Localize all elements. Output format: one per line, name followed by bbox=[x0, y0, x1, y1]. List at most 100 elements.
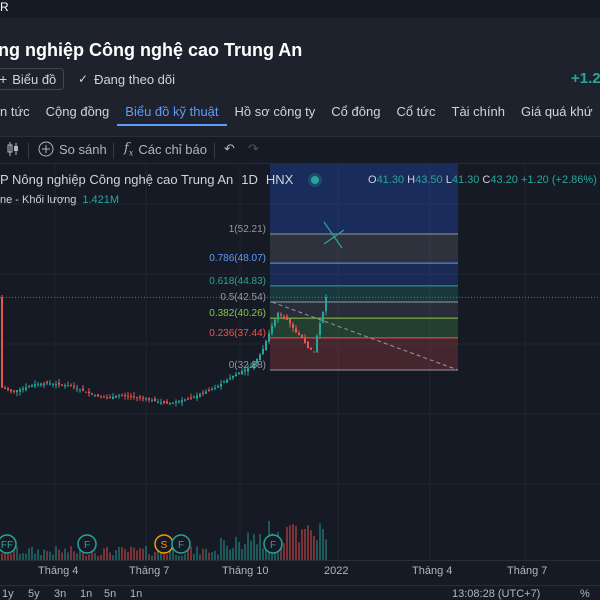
candle-body bbox=[37, 383, 39, 385]
candle-body bbox=[217, 386, 219, 388]
x-tick-label: Tháng 4 bbox=[38, 565, 79, 577]
volume-bar bbox=[205, 548, 207, 560]
candle-body bbox=[286, 316, 288, 320]
volume-bar bbox=[220, 537, 222, 560]
candle-body bbox=[175, 401, 177, 403]
fib-label: 0.618(44.83) bbox=[209, 276, 266, 287]
volume-bar bbox=[292, 524, 294, 560]
x-tick-label: Tháng 10 bbox=[222, 565, 269, 577]
candle-body bbox=[46, 381, 48, 384]
tab-price-history[interactable]: Giá quá khứ bbox=[513, 100, 600, 126]
volume-bar bbox=[109, 552, 111, 560]
fib-band bbox=[270, 234, 458, 264]
candle-body bbox=[130, 396, 132, 398]
volume-bar bbox=[286, 526, 288, 560]
candle-body bbox=[25, 387, 27, 390]
volume-bar bbox=[250, 540, 252, 560]
ohlc-values: O41.30 H43.50 L41.30 C43.20 +1.20 (+2.86… bbox=[368, 174, 597, 186]
candle-body bbox=[289, 318, 291, 324]
candle-body bbox=[301, 334, 303, 338]
plus-icon: + bbox=[0, 71, 8, 87]
fib-retracement-zone bbox=[270, 164, 459, 371]
candle-body bbox=[211, 389, 213, 391]
candle-body bbox=[115, 396, 117, 398]
price-chart[interactable]: 1(52.21) 0.786(48.07) 0.618(44.83) 0.5(42.5… bbox=[0, 164, 600, 564]
time-axis: Tháng 4 Tháng 7 Tháng 10 2022 Tháng 4 Th… bbox=[0, 560, 600, 580]
range-button[interactable]: 5n bbox=[104, 588, 116, 600]
candle-body bbox=[112, 396, 114, 400]
exchange-label: HNX bbox=[265, 172, 294, 187]
volume-bar bbox=[244, 543, 246, 560]
fib-label: 1(52.21) bbox=[229, 224, 266, 235]
candle-body bbox=[310, 347, 312, 350]
candle-body bbox=[295, 328, 297, 333]
clock-text: 13:08:28 (UTC+7) bbox=[452, 588, 541, 600]
tab-finance[interactable]: Tài chính bbox=[444, 100, 513, 126]
volume-bar bbox=[322, 528, 324, 560]
add-chart-label: Biểu đồ bbox=[12, 71, 57, 87]
candle-body bbox=[283, 316, 285, 318]
indicators-button[interactable]: fx Các chỉ báo bbox=[124, 141, 207, 158]
candle-body bbox=[262, 348, 264, 355]
volume-legend: ne - Khối lượng 1.421M bbox=[0, 194, 119, 206]
candle-body bbox=[166, 401, 168, 404]
volume-bar bbox=[55, 546, 57, 560]
volume-bar bbox=[283, 543, 285, 560]
market-status-icon bbox=[311, 175, 320, 184]
undo-button[interactable]: ↶ bbox=[224, 141, 235, 157]
candle-body bbox=[154, 398, 156, 402]
candle-body bbox=[106, 397, 108, 399]
event-marker-label: F bbox=[84, 540, 90, 551]
candle-body bbox=[49, 383, 51, 385]
volume-bar bbox=[325, 539, 327, 560]
nav-tabs: n tức Cộng đồng Biểu đồ kỹ thuật Hồ sơ c… bbox=[0, 100, 600, 130]
range-button[interactable]: 3n bbox=[54, 588, 66, 600]
volume-bar bbox=[256, 544, 258, 560]
volume-bar bbox=[139, 548, 141, 560]
candle-body bbox=[208, 389, 210, 391]
candle-body bbox=[34, 384, 36, 387]
volume-bar bbox=[223, 540, 225, 560]
candle-body bbox=[55, 384, 57, 386]
fib-band bbox=[270, 302, 458, 319]
fib-label: 0.236(37.44) bbox=[209, 328, 266, 339]
add-chart-button[interactable]: + Biểu đồ bbox=[0, 68, 64, 90]
candle-body bbox=[160, 402, 162, 404]
volume-bar bbox=[61, 552, 63, 560]
volume-bar bbox=[49, 551, 51, 560]
redo-button[interactable]: ↷ bbox=[248, 141, 259, 157]
plus-circle-icon bbox=[38, 141, 54, 157]
candle-body bbox=[70, 385, 72, 387]
candle-body bbox=[13, 390, 15, 392]
high-value: 43.50 bbox=[415, 174, 443, 186]
tab-technical-chart[interactable]: Biểu đồ kỹ thuật bbox=[117, 100, 227, 126]
compare-button[interactable]: So sánh bbox=[38, 141, 107, 157]
volume-bar bbox=[247, 532, 249, 560]
candle-body bbox=[16, 390, 18, 393]
volume-bar bbox=[124, 549, 126, 560]
tab-news[interactable]: n tức bbox=[0, 100, 38, 126]
volume-bar bbox=[259, 533, 261, 560]
interval-label[interactable]: 1D bbox=[241, 172, 258, 187]
candle-body bbox=[127, 395, 129, 397]
range-button[interactable]: 1n bbox=[80, 588, 92, 600]
tab-shareholders[interactable]: Cổ đông bbox=[323, 100, 388, 126]
volume-bar bbox=[229, 549, 231, 560]
tab-community[interactable]: Cộng đồng bbox=[38, 100, 118, 126]
candle-type-button[interactable] bbox=[6, 141, 20, 157]
candle-body bbox=[193, 397, 195, 399]
candle-body bbox=[238, 372, 240, 375]
percent-toggle[interactable]: % bbox=[580, 588, 590, 600]
range-button[interactable]: 1y bbox=[2, 588, 14, 600]
redo-icon: ↷ bbox=[248, 141, 259, 156]
follow-button[interactable]: ✓ Đang theo dõi bbox=[78, 68, 175, 90]
volume-bar bbox=[58, 549, 60, 560]
candle-body bbox=[133, 396, 135, 398]
range-button[interactable]: 5y bbox=[28, 588, 40, 600]
candle-body bbox=[31, 385, 33, 387]
range-button[interactable]: 1n bbox=[130, 588, 142, 600]
tab-company-profile[interactable]: Hồ sơ công ty bbox=[227, 100, 324, 126]
candle-body bbox=[73, 386, 75, 388]
candle-body bbox=[19, 389, 21, 392]
tab-dividends[interactable]: Cổ tức bbox=[388, 100, 443, 126]
